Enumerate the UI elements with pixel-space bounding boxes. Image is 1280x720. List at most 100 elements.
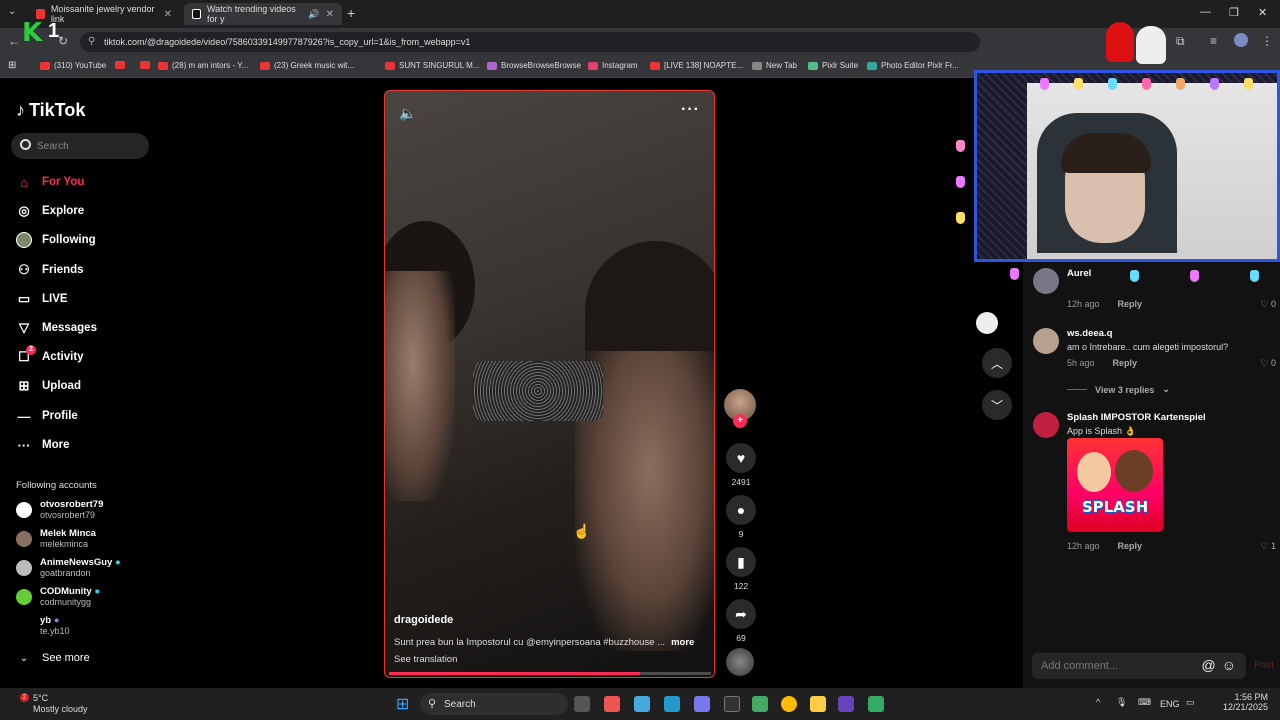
following-account[interactable]: otvosrobert79 otvosrobert79 — [16, 499, 103, 521]
comment-like-button[interactable]: ♡ 0 — [1260, 299, 1276, 310]
maximize-button[interactable]: ❐ — [1229, 6, 1239, 19]
obs-icon[interactable] — [724, 696, 740, 712]
bookmark-item[interactable]: Instagram — [588, 61, 638, 70]
extensions-icon[interactable]: ⧉ — [1176, 34, 1185, 49]
reply-button[interactable]: Reply — [1118, 299, 1143, 309]
nav-live[interactable]: ▭ LIVE — [16, 291, 68, 307]
bookmark-item[interactable]: [LIVE 138] NOAPTE... — [650, 61, 743, 70]
speaker-icon[interactable]: 🔊 — [308, 9, 319, 20]
app-icon[interactable] — [868, 696, 884, 712]
windows-start-icon[interactable]: ⊞ — [396, 694, 409, 714]
close-tab-icon[interactable]: ✕ — [326, 9, 334, 20]
nav-following[interactable]: Following — [16, 232, 96, 248]
following-account[interactable]: AnimeNewsGuy ● goatbrandon — [16, 557, 121, 579]
bookmark-item[interactable]: Photo Editor Pixlr Fr... — [867, 61, 959, 70]
nav-explore[interactable]: ◎ Explore — [16, 203, 84, 219]
caption-more-link[interactable]: more — [671, 637, 694, 648]
nav-activity[interactable]: ☐ 2 Activity — [16, 345, 84, 365]
nav-for-you[interactable]: ⌂ For You — [16, 174, 84, 190]
edge-icon[interactable] — [664, 696, 680, 712]
teams-icon[interactable] — [838, 696, 854, 712]
save-button[interactable]: ▮ 122 — [726, 547, 756, 591]
bookmark-item[interactable] — [140, 61, 150, 69]
menu-icon[interactable]: ⋮ — [1261, 34, 1273, 48]
comment-like-button[interactable]: ♡ 1 — [1260, 541, 1276, 552]
comment-button[interactable]: ● 9 — [726, 495, 756, 539]
see-translation-link[interactable]: See translation — [394, 654, 457, 665]
tiktok-logo[interactable]: ♪ TikTok — [16, 100, 85, 121]
nav-upload[interactable]: ⊞ Upload — [16, 378, 81, 394]
share-button[interactable]: ➦ 69 — [726, 599, 756, 643]
more-options-icon[interactable]: ··· — [681, 101, 700, 119]
comment-image[interactable]: SPLASH — [1067, 438, 1163, 532]
bookmark-item[interactable] — [115, 61, 125, 69]
nav-more[interactable]: ··· More — [16, 437, 70, 453]
reply-button[interactable]: Reply — [1113, 358, 1138, 368]
bookmark-item[interactable]: New Tab — [752, 61, 797, 70]
discord-icon[interactable] — [694, 696, 710, 712]
keyboard-icon[interactable]: ⌨ — [1138, 697, 1151, 708]
url-field[interactable]: ⚲ tiktok.com/@dragoidede/video/758603391… — [80, 32, 980, 52]
nav-messages[interactable]: ▽ Messages — [16, 320, 97, 336]
tray-chevron-icon[interactable]: ^ — [1096, 697, 1100, 707]
view-replies-button[interactable]: View 3 replies ⌄ — [1067, 384, 1170, 395]
post-button[interactable]: Post — [1254, 660, 1274, 671]
brave-icon[interactable] — [604, 696, 620, 712]
next-video-button[interactable]: ﹀ — [982, 390, 1012, 420]
tab-tiktok[interactable]: Watch trending videos for y 🔊 ✕ — [184, 3, 342, 25]
bookmark-item[interactable]: (23) Greek music wit... — [260, 61, 354, 70]
mention-icon[interactable]: @ — [1201, 657, 1221, 673]
video-progress-bar[interactable] — [389, 672, 711, 675]
avatar[interactable] — [1033, 268, 1059, 294]
following-account[interactable]: yb ● te.yb10 — [16, 615, 70, 637]
nav-friends[interactable]: ⚇ Friends — [16, 262, 83, 278]
reload-icon[interactable]: ↻ — [58, 34, 68, 48]
emoji-icon[interactable]: ☺ — [1222, 657, 1242, 673]
bookmark-item[interactable]: SUNT SINGURUL M... — [385, 61, 479, 70]
clock[interactable]: 1:56 PM 12/21/2025 — [1200, 692, 1268, 712]
see-more-link[interactable]: ⌄ See more — [16, 650, 90, 666]
minimize-button[interactable]: — — [1200, 6, 1211, 18]
reply-button[interactable]: Reply — [1118, 541, 1143, 551]
profile-avatar[interactable] — [1234, 33, 1248, 47]
avatar[interactable] — [1033, 412, 1059, 438]
search-input[interactable]: Search — [11, 133, 149, 159]
calculator-icon[interactable] — [752, 696, 768, 712]
bookmark-item[interactable]: (310) YouTube — [40, 61, 106, 70]
avatar[interactable] — [1033, 328, 1059, 354]
close-tab-icon[interactable]: ✕ — [164, 9, 172, 20]
follow-plus-button[interactable]: + — [733, 414, 747, 428]
close-window-button[interactable]: ✕ — [1258, 6, 1267, 19]
comment-author[interactable]: Splash IMPOSTOR Kartenspiel — [1067, 412, 1206, 423]
site-info-icon[interactable]: ⚲ — [88, 36, 95, 47]
music-disc[interactable] — [726, 648, 754, 676]
video-author[interactable]: dragoidede — [394, 614, 453, 626]
task-view-icon[interactable] — [574, 696, 590, 712]
bookmark-item[interactable]: BrowseBrowseBrowse — [487, 61, 581, 70]
bookmark-item[interactable]: Pixlr Suite — [808, 61, 858, 70]
media-icon[interactable]: ≡ — [1210, 34, 1217, 48]
like-button[interactable]: ♥ 2491 — [726, 443, 756, 487]
nav-profile[interactable]: — Profile — [16, 408, 78, 424]
new-tab-button[interactable]: + — [347, 5, 355, 21]
file-explorer-icon[interactable] — [810, 696, 826, 712]
add-comment-input[interactable]: Add comment... @☺ — [1032, 653, 1246, 679]
previous-video-button[interactable]: ︿ — [982, 348, 1012, 378]
comment-like-button[interactable]: ♡ 0 — [1260, 358, 1276, 369]
microphone-icon[interactable]: 🎙 — [1116, 697, 1127, 708]
comment-author[interactable]: ws.deea.q — [1067, 328, 1112, 339]
following-account[interactable]: CODMunity ● codmunitygg — [16, 586, 100, 608]
back-icon[interactable]: ← — [8, 34, 20, 48]
taskbar-search[interactable]: ⚲ Search — [420, 693, 568, 715]
copilot-icon[interactable] — [634, 696, 650, 712]
tab-search-icon[interactable]: ⌄ — [8, 6, 16, 17]
comment-author[interactable]: Aurel — [1067, 268, 1091, 279]
volume-icon[interactable]: 🔈 — [399, 105, 416, 122]
video-player[interactable]: 🔈 ··· dragoidede Sunt prea bun la Impost… — [384, 90, 715, 678]
network-icon[interactable]: ▭ — [1186, 697, 1195, 708]
bookmark-item[interactable]: (28) m am intors - Y... — [158, 61, 248, 70]
apps-icon[interactable]: ⊞ — [8, 60, 16, 71]
language-indicator[interactable]: ENG — [1160, 699, 1180, 709]
chrome-icon[interactable] — [781, 696, 797, 712]
following-account[interactable]: Melek Minca melekminca — [16, 528, 96, 550]
